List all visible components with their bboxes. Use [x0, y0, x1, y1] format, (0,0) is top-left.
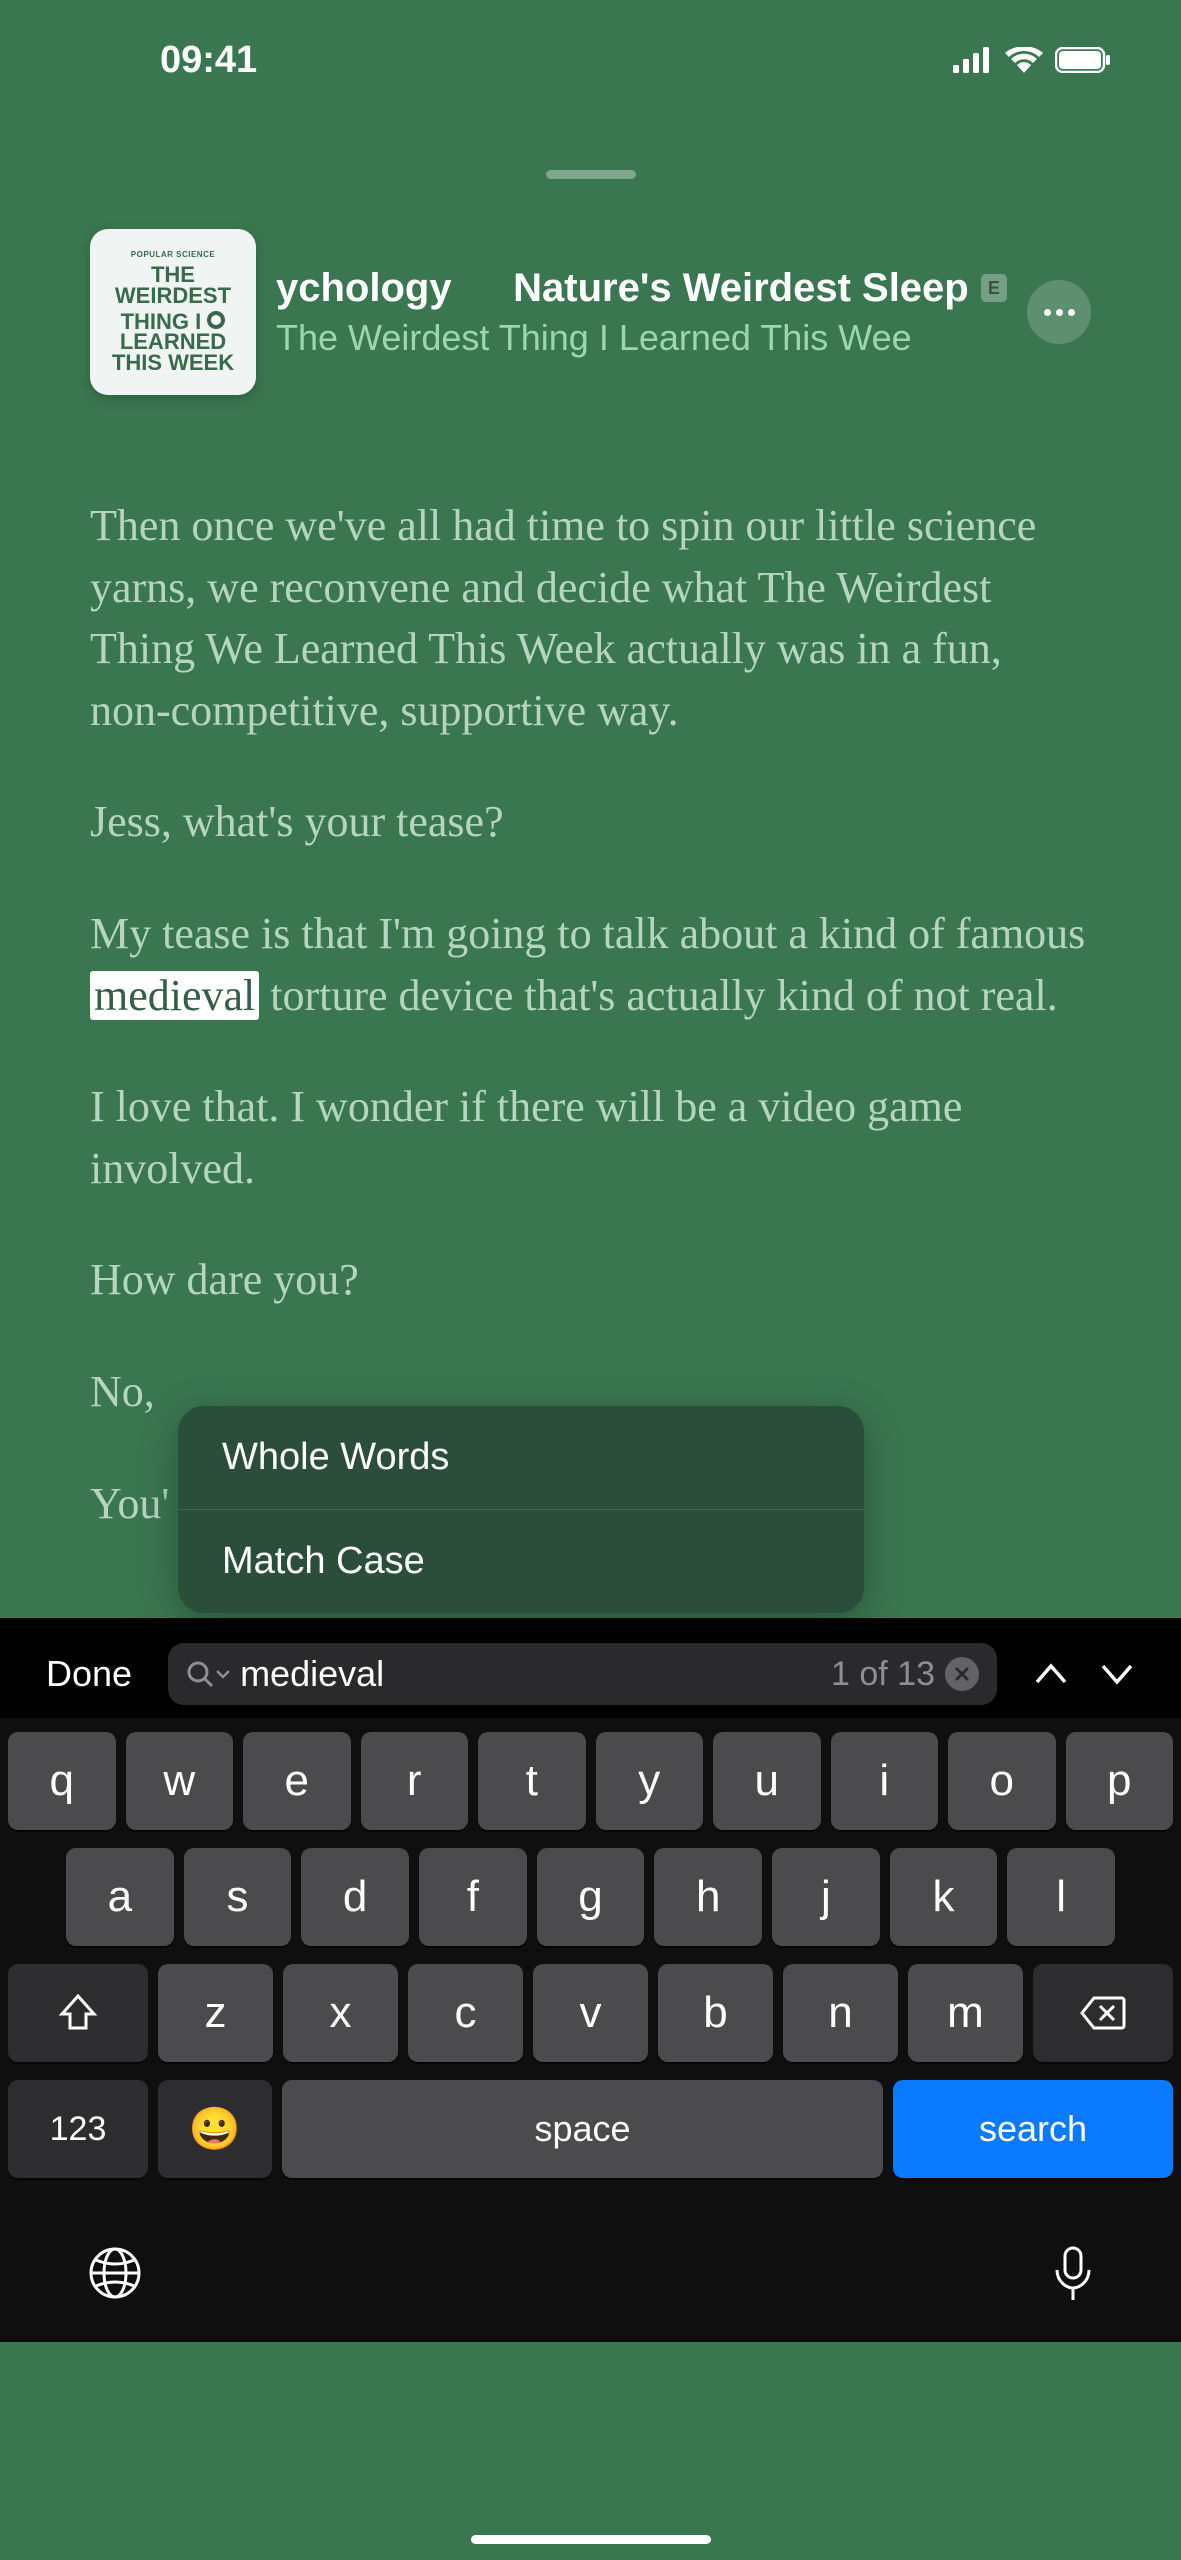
battery-icon [1055, 47, 1111, 73]
key-c[interactable]: c [408, 1964, 523, 2062]
key-shift[interactable] [8, 1964, 148, 2062]
key-space[interactable]: space [282, 2080, 883, 2178]
key-backspace[interactable] [1033, 1964, 1173, 2062]
more-button[interactable] [1027, 280, 1091, 344]
close-icon [954, 1666, 970, 1682]
key-b[interactable]: b [658, 1964, 773, 2062]
mic-icon[interactable] [1053, 2246, 1093, 2302]
key-k[interactable]: k [890, 1848, 998, 1946]
keyboard-bottom-row [8, 2196, 1173, 2302]
status-bar: 09:41 [0, 0, 1181, 110]
keyboard-row: 123 😀 space search [8, 2080, 1173, 2178]
cellular-icon [953, 47, 993, 73]
search-icon[interactable] [186, 1660, 230, 1688]
status-icons [953, 47, 1111, 73]
transcript-line[interactable]: My tease is that I'm going to talk about… [90, 903, 1091, 1026]
podcast-name[interactable]: The Weirdest Thing I Learned This Wee [276, 317, 1007, 359]
key-g[interactable]: g [537, 1848, 645, 1946]
key-a[interactable]: a [66, 1848, 174, 1946]
key-s[interactable]: s [184, 1848, 292, 1946]
keyboard-row: q w e r t y u i o p [8, 1732, 1173, 1830]
player-header: POPULAR SCIENCE THEWEIRDESTTHING I LEARN… [0, 229, 1181, 395]
option-match-case[interactable]: Match Case [178, 1510, 864, 1613]
shift-icon [58, 1994, 98, 2032]
key-v[interactable]: v [533, 1964, 648, 2062]
done-button[interactable]: Done [30, 1653, 148, 1695]
key-q[interactable]: q [8, 1732, 116, 1830]
backspace-icon [1080, 1996, 1126, 2030]
sheet-grabber[interactable] [546, 170, 636, 179]
key-h[interactable]: h [654, 1848, 762, 1946]
wifi-icon [1005, 47, 1043, 73]
episode-title-part: ychology [276, 266, 452, 311]
transcript-text: torture device that's actually kind of n… [259, 971, 1057, 1020]
keyboard: q w e r t y u i o p a s d f g h j k l z [0, 1718, 1181, 2342]
episode-title-part: Nature's Weirdest Sleep [513, 266, 969, 311]
transcript-line[interactable]: How dare you? [90, 1249, 1091, 1311]
status-time: 09:41 [160, 39, 257, 82]
prev-result-button[interactable] [1033, 1662, 1069, 1686]
key-t[interactable]: t [478, 1732, 586, 1830]
key-w[interactable]: w [126, 1732, 234, 1830]
search-field[interactable]: 1 of 13 [168, 1643, 997, 1705]
key-j[interactable]: j [772, 1848, 880, 1946]
search-input[interactable] [240, 1653, 821, 1695]
key-z[interactable]: z [158, 1964, 273, 2062]
cover-publisher: POPULAR SCIENCE [131, 250, 215, 259]
ellipsis-icon [1044, 309, 1075, 316]
key-p[interactable]: p [1066, 1732, 1174, 1830]
key-x[interactable]: x [283, 1964, 398, 2062]
key-e[interactable]: e [243, 1732, 351, 1830]
home-indicator[interactable] [471, 2535, 711, 2544]
search-result-count: 1 of 13 [831, 1655, 935, 1694]
keyboard-row: z x c v b n m [8, 1964, 1173, 2062]
transcript-line[interactable]: I love that. I wonder if there will be a… [90, 1076, 1091, 1199]
key-m[interactable]: m [908, 1964, 1023, 2062]
key-u[interactable]: u [713, 1732, 821, 1830]
search-options-popup: Whole Words Match Case [178, 1406, 864, 1613]
explicit-badge: E [981, 274, 1007, 302]
clear-button[interactable] [945, 1657, 979, 1691]
transcript-line[interactable]: Jess, what's your tease? [90, 791, 1091, 853]
next-result-button[interactable] [1099, 1662, 1135, 1686]
cover-title: THEWEIRDESTTHING I LEARNEDTHIS WEEK [112, 265, 234, 374]
search-highlight[interactable]: medieval [90, 971, 259, 1020]
key-123[interactable]: 123 [8, 2080, 148, 2178]
transcript-text: My tease is that I'm going to talk about… [90, 909, 1085, 958]
header-titles: ychology Nature's Weirdest Sleep E The W… [276, 266, 1007, 359]
search-area: Done 1 of 13 q w e r t y u i o [0, 1618, 1181, 2342]
key-d[interactable]: d [301, 1848, 409, 1946]
keyboard-row: a s d f g h j k l [8, 1848, 1173, 1946]
emoji-icon: 😀 [189, 2105, 241, 2154]
option-whole-words[interactable]: Whole Words [178, 1406, 864, 1509]
transcript[interactable]: Then once we've all had time to spin our… [0, 395, 1181, 1534]
search-toolbar: Done 1 of 13 [0, 1630, 1181, 1718]
key-o[interactable]: o [948, 1732, 1056, 1830]
key-i[interactable]: i [831, 1732, 939, 1830]
key-l[interactable]: l [1007, 1848, 1115, 1946]
key-y[interactable]: y [596, 1732, 704, 1830]
key-r[interactable]: r [361, 1732, 469, 1830]
key-f[interactable]: f [419, 1848, 527, 1946]
transcript-line[interactable]: Then once we've all had time to spin our… [90, 495, 1091, 741]
search-nav [1017, 1662, 1151, 1686]
podcast-artwork[interactable]: POPULAR SCIENCE THEWEIRDESTTHING I LEARN… [90, 229, 256, 395]
key-emoji[interactable]: 😀 [158, 2080, 272, 2178]
chevron-down-icon [216, 1669, 230, 1679]
key-n[interactable]: n [783, 1964, 898, 2062]
key-search[interactable]: search [893, 2080, 1173, 2178]
globe-icon[interactable] [88, 2246, 142, 2300]
